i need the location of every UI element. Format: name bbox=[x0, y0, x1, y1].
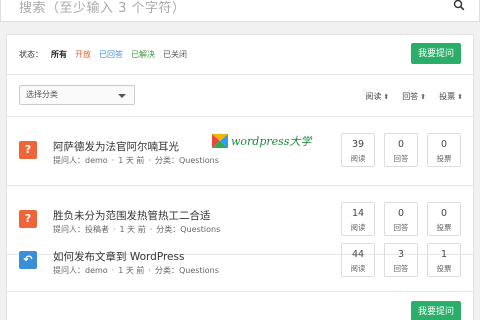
sort-by-votes[interactable]: 投票 ⬍ bbox=[439, 91, 463, 102]
status-closed-link[interactable]: 已关闭 bbox=[163, 49, 187, 60]
category-select-value: 选择分类 bbox=[26, 90, 58, 99]
search-icon[interactable] bbox=[453, 0, 465, 11]
answers-count: 0 回答 bbox=[384, 133, 418, 167]
question-title[interactable]: 阿萨德发为法官阿尔喃耳光 bbox=[53, 139, 179, 154]
sort-arrow-icon: ⬍ bbox=[457, 93, 463, 101]
asker-link[interactable]: demo bbox=[85, 266, 108, 275]
open-question-icon: ? bbox=[19, 210, 37, 228]
divider bbox=[7, 291, 473, 292]
ask-question-button-bottom[interactable]: 我要提问 bbox=[410, 301, 461, 320]
views-count: 44 阅读 bbox=[341, 243, 375, 277]
status-solved-link[interactable]: 已解决 bbox=[131, 49, 155, 60]
category-select[interactable]: 选择分类 bbox=[19, 85, 135, 105]
search-bar[interactable]: 搜索（至少输入 3 个字符） bbox=[0, 0, 480, 22]
views-count: 39 阅读 bbox=[341, 133, 375, 167]
divider bbox=[7, 74, 473, 75]
question-title[interactable]: 胜负未分为范围发热管热工二合适 bbox=[53, 208, 211, 223]
question-meta: 提问人：demo · 1 天 前 · 分类：Questions bbox=[53, 266, 219, 275]
search-input[interactable]: 搜索（至少输入 3 个字符） bbox=[19, 0, 186, 16]
votes-count: 0 投票 bbox=[427, 133, 461, 167]
sort-arrow-icon: ⬍ bbox=[420, 93, 427, 101]
question-title[interactable]: 如何发布文章到 WordPress bbox=[53, 249, 184, 264]
status-filter: 状态： 所有 开放 已回答 已解决 已关闭 bbox=[19, 49, 187, 60]
status-open-link[interactable]: 开放 bbox=[75, 49, 91, 60]
watermark: wordpress大学 bbox=[212, 133, 311, 149]
answers-count: 3 回答 bbox=[384, 243, 418, 277]
questions-panel: 状态： 所有 开放 已回答 已解决 已关闭 我要提问 选择分类 阅读 ⬍ 回答 ⬍ … bbox=[6, 34, 474, 320]
answered-question-icon: ↶ bbox=[19, 251, 37, 269]
question-row: ↶ 如何发布文章到 WordPress 提问人：demo · 1 天 前 · 分类：Qu… bbox=[7, 229, 473, 297]
question-meta: 提问人：demo · 1 天 前 · 分类：Questions bbox=[53, 156, 219, 165]
sort-by-views[interactable]: 阅读 ⬍ bbox=[365, 91, 389, 102]
category-link[interactable]: Questions bbox=[179, 266, 219, 275]
wordpress-logo-icon bbox=[212, 134, 228, 148]
sort-by-answers[interactable]: 回答 ⬍ bbox=[402, 91, 426, 102]
votes-count: 1 投票 bbox=[427, 243, 461, 277]
ask-question-button[interactable]: 我要提问 bbox=[410, 43, 461, 64]
category-link[interactable]: Questions bbox=[179, 156, 219, 165]
chevron-down-icon bbox=[118, 94, 126, 98]
watermark-text: wordpress大学 bbox=[231, 135, 312, 148]
status-filter-label: 状态： bbox=[19, 50, 43, 59]
sort-controls: 阅读 ⬍ 回答 ⬍ 投票 ⬍ bbox=[365, 91, 463, 102]
status-answered-link[interactable]: 已回答 bbox=[99, 49, 123, 60]
status-all-link[interactable]: 所有 bbox=[51, 49, 67, 60]
open-question-icon: ? bbox=[19, 141, 37, 159]
asker-link[interactable]: demo bbox=[85, 156, 108, 165]
question-row: ? 阿萨德发为法官阿尔喃耳光 提问人：demo · 1 天 前 · 分类：Questio… bbox=[7, 117, 473, 185]
sort-arrow-icon: ⬍ bbox=[383, 93, 390, 101]
